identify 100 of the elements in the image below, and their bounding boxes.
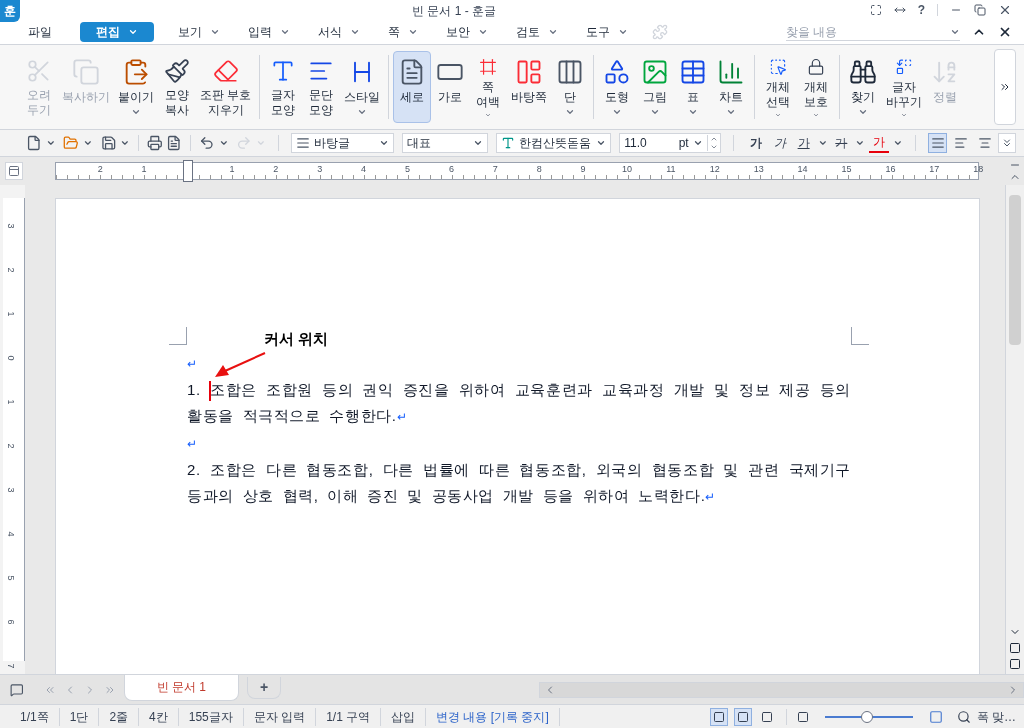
paragraph: 2. 조합은 다른 협동조합, 다른 법률에 따른 협동조합, 외국의 협동조합 및 관련 국제기구 등과의 상호 협력, 이해 증진 및 공동사업 개발 등을 위하여 노력한다.↵ xyxy=(187,460,851,506)
search-field[interactable]: 찾을 내용 xyxy=(786,22,950,41)
style-dropdown[interactable]: 바탕글 xyxy=(290,133,395,153)
window-title: 빈 문서 1 - 훈글 xyxy=(412,3,496,20)
char-style-button[interactable]: 가 xyxy=(793,134,814,152)
menu-tab[interactable]: 보안 xyxy=(438,22,496,42)
font-dropdown[interactable]: 한컴산뜻돋움 xyxy=(496,133,612,153)
save-icon[interactable] xyxy=(100,135,117,151)
caret-icon xyxy=(255,138,266,148)
align-center-icon xyxy=(977,136,992,150)
status-item: 문자 입력 xyxy=(243,707,317,726)
fullscreen-icon[interactable] xyxy=(869,4,882,16)
ribbon-button[interactable]: 글자 바꾸기 xyxy=(882,51,927,123)
undo-icon[interactable] xyxy=(199,135,215,151)
restore-icon[interactable] xyxy=(974,4,986,16)
ribbon-button[interactable]: 개체 보호 xyxy=(797,51,836,123)
margin-corner-mark xyxy=(851,327,869,345)
menu-tab[interactable]: 쪽 xyxy=(380,22,426,42)
spin-down-icon[interactable] xyxy=(709,143,718,151)
print-icon[interactable] xyxy=(146,135,163,151)
zoom-out-icon[interactable] xyxy=(796,710,809,723)
close-icon[interactable] xyxy=(998,3,1012,17)
char-style-button[interactable]: 가 xyxy=(745,134,766,152)
ribbon-button[interactable]: 모양 복사 xyxy=(158,51,196,123)
page-up-icon[interactable] xyxy=(1009,642,1021,654)
view-mode-button[interactable] xyxy=(709,707,728,726)
ruler-number: 7 xyxy=(5,663,16,669)
ruler-number: 9 xyxy=(580,163,586,175)
add-tab-button[interactable]: + xyxy=(246,676,282,699)
eraser-icon xyxy=(211,58,240,84)
ruler-number: 13 xyxy=(753,163,764,175)
page-down-icon[interactable] xyxy=(1009,658,1021,670)
menu-tab[interactable]: 도구 xyxy=(578,22,636,42)
zoom-thumb[interactable] xyxy=(860,710,873,723)
status-item: 1단 xyxy=(59,707,100,726)
ribbon-button[interactable]: 쪽 여백 xyxy=(469,51,508,123)
zoom-mode-label[interactable]: 폭 맞… xyxy=(976,707,1016,726)
caret-icon xyxy=(45,138,56,148)
ribbon-button[interactable]: 붙이기 xyxy=(114,51,158,123)
zoom-in-icon[interactable] xyxy=(928,709,943,724)
caret-icon xyxy=(692,138,703,148)
ruler-number: 1 xyxy=(229,163,235,175)
ribbon-button[interactable]: 표 xyxy=(674,51,713,123)
menu-tab[interactable]: 입력 xyxy=(240,22,298,42)
char-style-button[interactable]: 가 xyxy=(869,133,890,153)
ruler-number: 0 xyxy=(5,355,16,361)
ribbon-button[interactable]: 조판 부호 지우기 xyxy=(196,51,256,123)
ribbon-button[interactable]: 문단 모양 xyxy=(302,51,341,123)
char-style-button[interactable]: 가 xyxy=(831,134,852,152)
ribbon-button[interactable]: 차트 xyxy=(712,51,751,123)
ruler-number: 17 xyxy=(929,163,940,175)
ribbon-button[interactable]: 단 xyxy=(551,51,590,123)
menu-tab[interactable]: 보기 xyxy=(170,22,228,42)
caret-icon xyxy=(596,138,607,148)
spin-up-icon[interactable] xyxy=(709,135,718,143)
preview-icon[interactable] xyxy=(166,135,183,151)
track-changes-status[interactable]: 변경 내용 [기록 중지] xyxy=(426,707,560,726)
close-icon[interactable] xyxy=(998,25,1012,39)
menu-tab[interactable]: 검토 xyxy=(508,22,566,42)
ribbon-button[interactable]: 찾기 xyxy=(844,51,883,123)
ribbon-button[interactable]: 바탕쪽 xyxy=(507,51,552,123)
help-button[interactable]: ? xyxy=(917,1,925,19)
paragraph: 1. 조합은 조합원 등의 권익 증진을 위하여 교육훈련과 교육과정 개발 및 정보 제공 등의 활동을 적극적으로 수행한다.↵ xyxy=(187,380,851,426)
document-tab[interactable]: 빈 문서 1 xyxy=(123,674,239,701)
menu-tab[interactable]: 서식 xyxy=(310,22,368,42)
ribbon-button[interactable]: 도형 xyxy=(598,51,637,123)
ribbon-button[interactable]: 개체 선택 xyxy=(759,51,798,123)
ruler-number: 8 xyxy=(536,163,542,175)
corner-icon xyxy=(8,165,20,177)
indent-marker[interactable] xyxy=(183,160,193,182)
align-button[interactable] xyxy=(927,133,948,153)
caret-icon xyxy=(817,138,828,148)
status-item: 삽입 xyxy=(381,707,427,726)
app-logo[interactable]: 훈 xyxy=(0,0,20,22)
ruler-number: 10 xyxy=(622,163,632,175)
menu-tab[interactable]: 편집 xyxy=(80,22,154,42)
more-button[interactable] xyxy=(998,133,1016,153)
ribbon-button[interactable]: 그림 xyxy=(636,51,675,123)
scroll-thumb[interactable] xyxy=(1009,195,1021,345)
ribbon-button[interactable]: 스타일 xyxy=(340,51,385,123)
folder-icon[interactable] xyxy=(63,135,79,151)
ribbon-button[interactable]: 세로 xyxy=(393,51,432,123)
memo-icon[interactable] xyxy=(10,682,24,697)
ruler-toggle-button[interactable] xyxy=(5,162,23,180)
double-chevron-icon xyxy=(999,81,1011,93)
ribbon-button[interactable]: 글자 모양 xyxy=(264,51,303,123)
style-group-dropdown[interactable]: 대표 xyxy=(402,133,489,153)
font-size-field[interactable]: 11.0 pt xyxy=(619,133,721,153)
ruler-number: 4 xyxy=(361,163,367,175)
menu-tab[interactable]: 파일 xyxy=(20,22,60,42)
caret-icon xyxy=(893,138,903,148)
new-document-icon[interactable] xyxy=(26,135,42,151)
caret-icon xyxy=(473,138,484,148)
ruler-number: 4 xyxy=(5,531,16,537)
char-style-button[interactable]: 가 xyxy=(769,134,790,152)
search-icon[interactable] xyxy=(956,709,971,724)
ribbon-button[interactable]: 가로 xyxy=(431,51,470,123)
ruler-number: 1 xyxy=(141,163,147,175)
view-mode-button[interactable] xyxy=(733,707,752,726)
margin-corner-mark xyxy=(169,327,187,345)
